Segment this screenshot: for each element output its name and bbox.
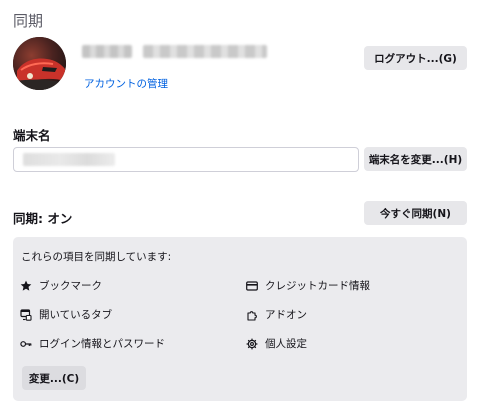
- synced-tabs-icon: [20, 308, 32, 321]
- key-icon: [20, 340, 32, 347]
- sync-items-intro: これらの項目を同期しています:: [21, 251, 172, 263]
- sync-item-addons: アドオン: [246, 307, 307, 322]
- account-email-redacted: [143, 45, 267, 58]
- sync-item-label: ブックマーク: [39, 280, 102, 292]
- sync-item-label: 個人設定: [265, 338, 307, 350]
- sync-item-label: クレジットカード情報: [265, 280, 370, 292]
- sync-item-label: アドオン: [265, 309, 307, 321]
- sync-item-logins: ログイン情報とパスワード: [20, 336, 165, 351]
- sync-item-bookmarks: ブックマーク: [20, 278, 102, 293]
- sync-item-label: 開いているタブ: [39, 309, 113, 321]
- manage-account-link[interactable]: アカウントの管理: [84, 76, 168, 91]
- avatar-image: [13, 37, 66, 90]
- page-title: 同期: [13, 12, 44, 30]
- account-email-redacted: [82, 45, 132, 58]
- sync-item-label: ログイン情報とパスワード: [39, 338, 165, 350]
- sync-item-open-tabs: 開いているタブ: [20, 307, 112, 322]
- change-device-name-button[interactable]: 端末名を変更...(H): [364, 147, 467, 171]
- credit-card-icon: [246, 280, 258, 291]
- device-name-redacted: [23, 153, 115, 166]
- avatar: [13, 37, 66, 90]
- sync-item-preferences: 個人設定: [246, 336, 307, 351]
- sync-status: 同期: オン: [13, 211, 73, 226]
- sync-now-button[interactable]: 今すぐ同期(N): [364, 201, 467, 225]
- device-name-heading: 端末名: [13, 128, 51, 143]
- change-sync-items-button[interactable]: 変更...(C): [22, 366, 86, 390]
- gear-icon: [246, 338, 258, 349]
- device-name-field[interactable]: [13, 147, 359, 172]
- puzzle-icon: [247, 310, 257, 321]
- star-icon: [20, 280, 32, 291]
- sync-item-credit-cards: クレジットカード情報: [246, 278, 370, 293]
- logout-button[interactable]: ログアウト...(G): [364, 46, 467, 70]
- sync-items-panel: これらの項目を同期しています: ブックマーク クレジットカード情報 開いているタ…: [13, 237, 467, 401]
